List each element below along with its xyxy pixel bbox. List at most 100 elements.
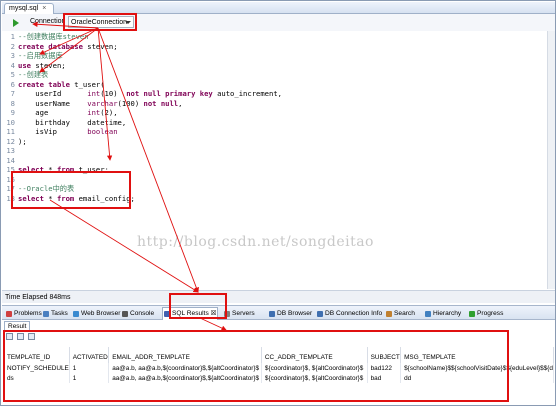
code-token: t_user( (74, 79, 105, 89)
view-tab-sql-results[interactable]: SQL Results ☒ (162, 307, 218, 320)
line-number: 18 (6, 193, 15, 203)
code-line[interactable] (18, 156, 282, 166)
editor-scrollbar[interactable] (547, 31, 555, 289)
view-tab-tasks[interactable]: Tasks (42, 308, 68, 319)
table-cell[interactable]: bad122 (367, 363, 402, 373)
view-tab-icon (386, 311, 392, 317)
line-number: 5 (10, 70, 15, 79)
view-tab-bar: Problems Tasks Web Browser Console SQL Resul… (2, 305, 555, 320)
table-cell[interactable]: NOTIFY_SCHEDULE (4, 363, 70, 373)
view-tab-db-connection-info[interactable]: DB Connection Info (316, 308, 382, 319)
code-token: int (87, 89, 101, 98)
code-token: userName (18, 98, 88, 108)
tab-title: mysql.sql (9, 5, 39, 12)
table-cell[interactable]: ${coordinator}$, ${altCoordinator}$ (261, 363, 368, 373)
column-header[interactable]: EMAIL_ADDR_TEMPLATE (108, 347, 262, 363)
table-row[interactable]: NOTIFY_SCHEDULE 1 aa@a.b, aa@a.b,${coordin… (4, 363, 554, 373)
column-header[interactable]: TEMPLATE_ID (4, 347, 70, 363)
export-icon[interactable] (6, 333, 13, 340)
view-tab-label: Console (130, 310, 155, 317)
column-header[interactable]: MSG_TEMPLATE (400, 347, 554, 363)
code-token: --创建表 (18, 70, 49, 79)
tab-mysql-sql[interactable]: mysql.sql × (4, 3, 54, 14)
line-number: 9 (10, 108, 15, 117)
refresh-icon[interactable] (28, 333, 35, 340)
code-token: --启用数据库 (18, 51, 63, 60)
table-cell[interactable]: ds (4, 373, 70, 383)
code-editor[interactable]: 1 2 3 4 5 6 7 8 9 10 11 12 13 14 15 16 17 18 --创建数据库steve… (2, 31, 555, 289)
code-line[interactable]: userName varchar(100) not null, (18, 99, 282, 109)
tab-close-icon[interactable]: × (42, 5, 46, 12)
code-token: --创建数据库steven (18, 32, 89, 41)
table-cell[interactable]: ${coordinator}$, ${altCoordinator}$ (261, 373, 368, 383)
table-cell[interactable]: dd (400, 373, 554, 383)
results-table: TEMPLATE_ID ACTIVATED EMAIL_ADDR_TEMPLATE C… (4, 347, 554, 383)
view-tab-hierarchy[interactable]: Hierarchy (424, 308, 461, 319)
view-tab-label: Hierarchy (433, 310, 462, 317)
code-line[interactable]: select * from email_config; (18, 194, 282, 204)
code-token: create table (18, 79, 75, 89)
table-cell[interactable]: ${schoolName}$${schoolVisitDate}$${eduLe… (400, 363, 554, 373)
code-line[interactable]: isVip boolean (18, 127, 282, 137)
connection-value: OracleConnection (71, 19, 128, 26)
code-line[interactable]: create database steven; (18, 42, 282, 52)
sql-results-panel: Result 1 TEMPLATE_IDACTIVATEDEMAIL_ADDR_… (2, 321, 555, 405)
view-tab-progress[interactable]: Progress (468, 308, 503, 319)
code-line[interactable]: ); (18, 137, 282, 147)
code-line[interactable]: birthday datetime, (18, 118, 282, 128)
view-tab-db-browser[interactable]: DB Browser (268, 308, 312, 319)
code-token: steven; (87, 41, 118, 51)
code-token: t_user; (78, 165, 109, 174)
code-line[interactable]: use steven; (18, 61, 282, 71)
column-header[interactable]: CC_ADDR_TEMPLATE (261, 347, 368, 363)
view-tab-search[interactable]: Search (385, 308, 415, 319)
code-line[interactable]: --Oracle中的表 (18, 184, 282, 194)
column-header[interactable]: SUBJECT (367, 347, 402, 363)
table-cell[interactable]: bad (367, 373, 402, 383)
view-tab-label: Progress (477, 310, 504, 317)
code-token: , (178, 98, 183, 108)
code-line[interactable]: create table t_user( (18, 80, 282, 90)
code-token: * (48, 165, 57, 174)
view-tab-icon (224, 311, 230, 317)
table-cell[interactable]: 1 (69, 363, 110, 373)
table-row[interactable]: ds 1 aa@a.b, aa@a.b,${coordinator}$,${altC… (4, 373, 554, 383)
code-line[interactable]: --创建数据库steven (18, 32, 282, 42)
view-tab-servers[interactable]: Servers (223, 308, 255, 319)
connection-select[interactable]: OracleConnection (68, 16, 134, 28)
line-number: 2 (10, 41, 15, 51)
code-token: (2), (100, 108, 118, 117)
copy-icon[interactable] (17, 333, 24, 340)
view-tab-web-browser[interactable]: Web Browser (72, 308, 120, 319)
code-area[interactable]: --创建数据库steven create database steven; --启用… (18, 32, 282, 203)
code-token: use (18, 60, 36, 70)
code-token: (10) (100, 89, 127, 98)
view-tab-label: Servers (232, 310, 255, 317)
view-tab-label: DB Browser (277, 310, 313, 317)
code-token: from (56, 193, 79, 203)
view-tab-label: Problems (14, 310, 42, 317)
code-line[interactable]: age int(2), (18, 108, 282, 118)
code-line[interactable] (18, 175, 282, 185)
column-header[interactable]: ACTIVATED (69, 347, 110, 363)
code-token: isVip (18, 127, 88, 136)
tab-result-1[interactable]: Result 1 (4, 321, 30, 340)
code-line[interactable]: --启用数据库 (18, 51, 282, 61)
chevron-down-icon (125, 21, 131, 24)
code-line[interactable]: userId int(10) not null primary key auto… (18, 89, 282, 99)
line-number: 13 (6, 146, 15, 155)
code-token: age (18, 108, 88, 117)
code-token: create database (18, 41, 88, 51)
table-cell[interactable]: 1 (69, 373, 110, 383)
view-tab-icon (122, 311, 128, 317)
view-tab-console[interactable]: Console (121, 308, 154, 319)
table-cell[interactable]: aa@a.b, aa@a.b,${coordinator}$,${altCoor… (108, 363, 262, 373)
view-tab-problems[interactable]: Problems (5, 308, 42, 319)
code-line[interactable]: --创建表 (18, 70, 282, 80)
run-icon[interactable] (13, 19, 19, 27)
code-token: birthday (18, 117, 88, 127)
code-line[interactable]: select * from t_user; (18, 165, 282, 175)
code-line[interactable] (18, 146, 282, 156)
table-cell[interactable]: aa@a.b, aa@a.b,${coordinator}$,${altCoor… (108, 373, 262, 383)
code-token: --Oracle中的表 (18, 184, 75, 193)
